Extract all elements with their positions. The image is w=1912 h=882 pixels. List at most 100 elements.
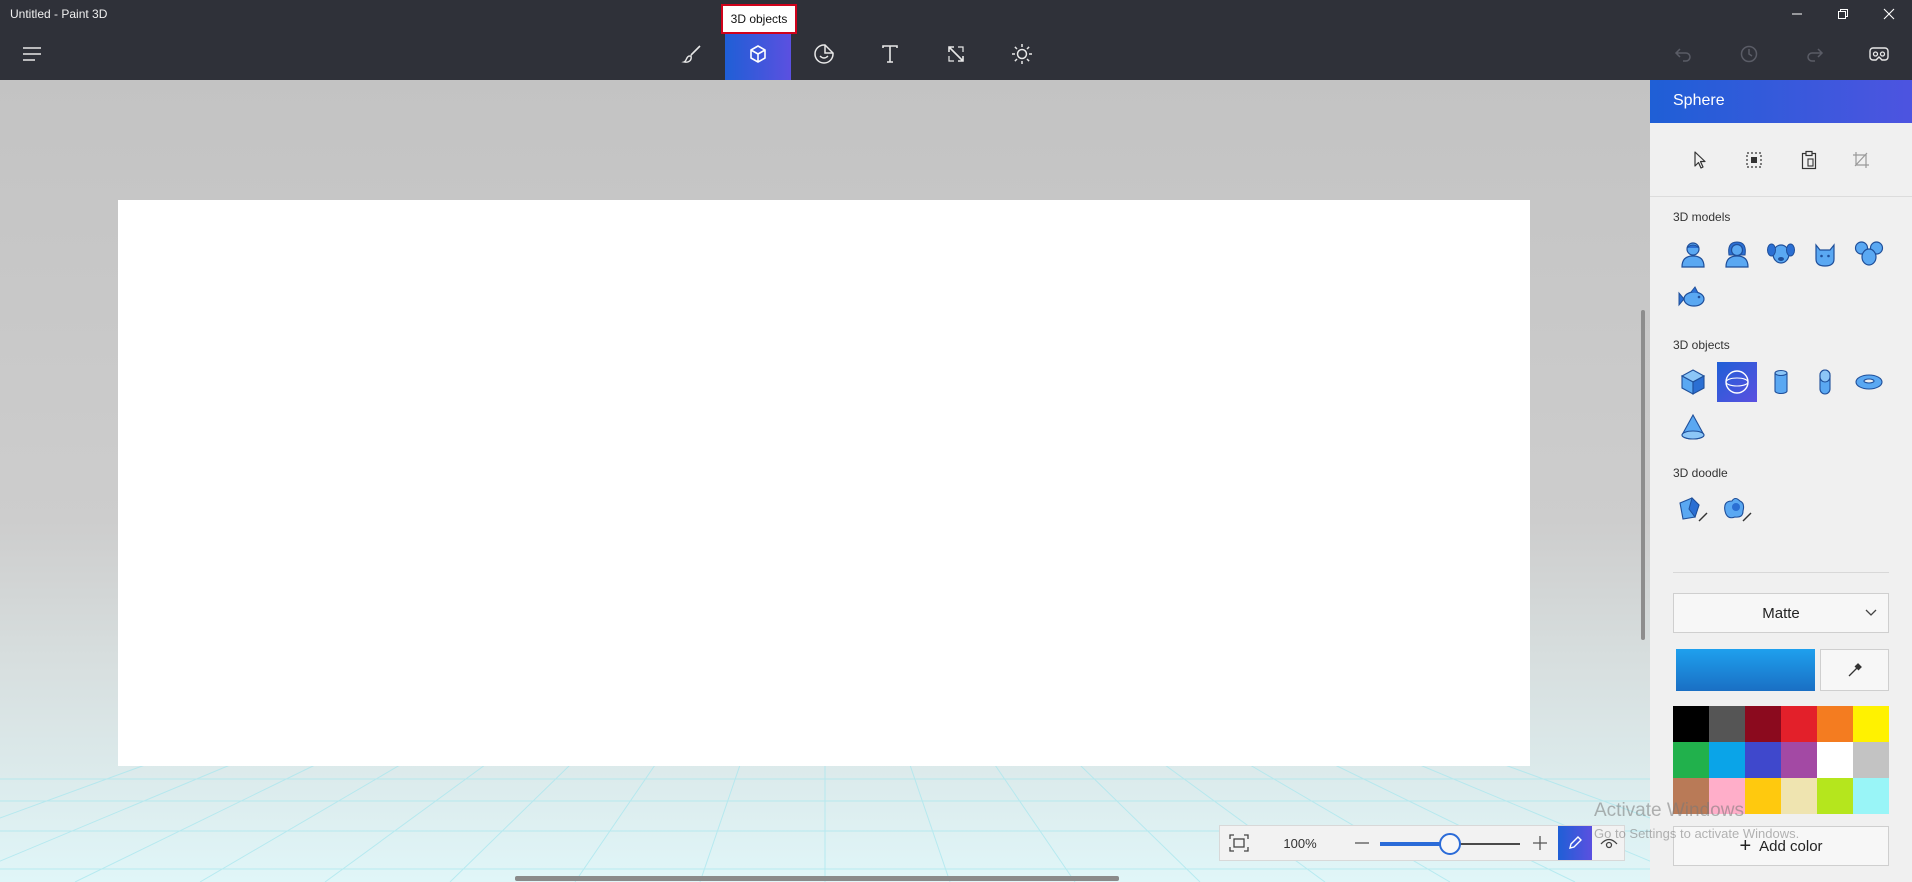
select-region-icon: [1746, 152, 1762, 168]
zoom-in-button[interactable]: [1526, 826, 1554, 860]
color-swatch[interactable]: [1781, 742, 1817, 778]
model-man-button[interactable]: [1673, 234, 1713, 274]
paste-button[interactable]: [1792, 143, 1826, 177]
soft-doodle-icon: [1724, 497, 1752, 522]
model-cat-button[interactable]: [1805, 234, 1845, 274]
cylinder-object-icon: [1774, 369, 1788, 395]
selection-tools: [1650, 123, 1912, 197]
undo-button[interactable]: [1650, 28, 1716, 80]
crop-button[interactable]: [1844, 143, 1878, 177]
section-3d-doodle-title: 3D doodle: [1673, 466, 1728, 480]
dog-model-icon: [1767, 243, 1795, 264]
current-color-swatch[interactable]: [1676, 649, 1815, 691]
material-value: Matte: [1762, 604, 1800, 622]
eyedropper-button[interactable]: [1820, 649, 1889, 691]
color-swatch[interactable]: [1673, 742, 1709, 778]
sharp-doodle-button[interactable]: [1673, 490, 1713, 530]
select-button[interactable]: [1683, 143, 1717, 177]
zoom-slider[interactable]: [1380, 833, 1520, 855]
tab-brushes[interactable]: [659, 28, 725, 80]
canvas-workspace[interactable]: [0, 80, 1650, 882]
color-swatch[interactable]: [1745, 778, 1781, 814]
model-dog-button[interactable]: [1761, 234, 1801, 274]
mixed-reality-button[interactable]: [1846, 28, 1912, 80]
minimize-icon: [1792, 13, 1802, 15]
color-swatch[interactable]: [1853, 706, 1889, 742]
mouse-model-icon: [1854, 241, 1884, 266]
vertical-scrollbar[interactable]: [1641, 310, 1645, 640]
model-fish-button[interactable]: [1673, 279, 1713, 319]
tab-effects[interactable]: [989, 28, 1055, 80]
object-cylinder-button[interactable]: [1761, 362, 1801, 402]
minimize-button[interactable]: [1774, 0, 1820, 28]
color-swatch[interactable]: [1673, 778, 1709, 814]
cone-object-icon: [1681, 413, 1705, 440]
color-palette: [1673, 706, 1889, 814]
plus-icon: [1533, 836, 1547, 850]
floor-grid: [0, 765, 1650, 882]
tab-text[interactable]: [857, 28, 923, 80]
section-3d-models-title: 3D models: [1673, 210, 1731, 224]
add-color-label: Add color: [1759, 837, 1823, 855]
edit-view-button[interactable]: [1558, 826, 1592, 860]
object-torus-button[interactable]: [1849, 362, 1889, 402]
horizontal-scrollbar[interactable]: [515, 876, 1119, 881]
cursor-icon: [1694, 151, 1706, 169]
man-model-icon: [1681, 242, 1705, 268]
model-woman-button[interactable]: [1717, 234, 1757, 274]
sticker-icon: [814, 44, 834, 64]
object-capsule-button[interactable]: [1805, 362, 1845, 402]
fit-to-screen-icon: [1229, 834, 1249, 852]
color-swatch[interactable]: [1709, 778, 1745, 814]
plus-icon: +: [1739, 834, 1752, 857]
crop-icon: [1853, 152, 1869, 168]
close-button[interactable]: [1866, 0, 1912, 28]
panel-divider: [1673, 572, 1889, 573]
color-swatch[interactable]: [1709, 742, 1745, 778]
soft-doodle-button[interactable]: [1717, 490, 1757, 530]
text-icon: [882, 45, 898, 63]
eye-icon: [1600, 838, 1617, 849]
mixed-reality-icon: [1869, 47, 1889, 61]
color-swatch[interactable]: [1673, 706, 1709, 742]
hamburger-menu-icon: [23, 47, 41, 61]
model-mouse-button[interactable]: [1849, 234, 1889, 274]
color-swatch[interactable]: [1817, 706, 1853, 742]
color-swatch[interactable]: [1745, 706, 1781, 742]
object-sphere-button[interactable]: [1717, 362, 1757, 402]
restore-button[interactable]: [1820, 0, 1866, 28]
material-dropdown[interactable]: Matte: [1673, 593, 1889, 633]
tab-3d-shapes[interactable]: [725, 28, 791, 80]
view-3d-button[interactable]: [1592, 826, 1625, 860]
drawing-canvas[interactable]: [118, 200, 1530, 766]
color-swatch[interactable]: [1781, 778, 1817, 814]
redo-button[interactable]: [1782, 28, 1848, 80]
color-swatch[interactable]: [1817, 742, 1853, 778]
menu-button[interactable]: [8, 28, 56, 80]
tab-canvas[interactable]: [923, 28, 989, 80]
color-swatch[interactable]: [1853, 742, 1889, 778]
clipboard-icon: [1801, 150, 1817, 170]
zoom-out-button[interactable]: [1348, 826, 1376, 860]
color-swatch[interactable]: [1817, 778, 1853, 814]
magic-select-button[interactable]: [1737, 143, 1771, 177]
color-swatch[interactable]: [1853, 778, 1889, 814]
object-cone-button[interactable]: [1673, 407, 1713, 447]
title-bar: Untitled - Paint 3D: [0, 0, 1912, 28]
color-swatch[interactable]: [1745, 742, 1781, 778]
fit-to-screen-button[interactable]: [1220, 826, 1258, 860]
color-swatch[interactable]: [1709, 706, 1745, 742]
color-swatch[interactable]: [1781, 706, 1817, 742]
add-color-button[interactable]: + Add color: [1673, 826, 1889, 866]
tooltip-3d-objects: 3D objects: [721, 4, 797, 34]
sphere-object-icon: [1725, 370, 1749, 394]
zoom-level-label: 100%: [1283, 835, 1317, 851]
history-button[interactable]: [1716, 28, 1782, 80]
history-icon: [1740, 45, 1758, 63]
tab-stickers[interactable]: [791, 28, 857, 80]
object-cube-button[interactable]: [1673, 362, 1713, 402]
sharp-doodle-icon: [1679, 497, 1708, 522]
zoom-bar: 100%: [1219, 825, 1625, 861]
close-icon: [1883, 8, 1895, 20]
zoom-slider-thumb[interactable]: [1439, 833, 1461, 855]
